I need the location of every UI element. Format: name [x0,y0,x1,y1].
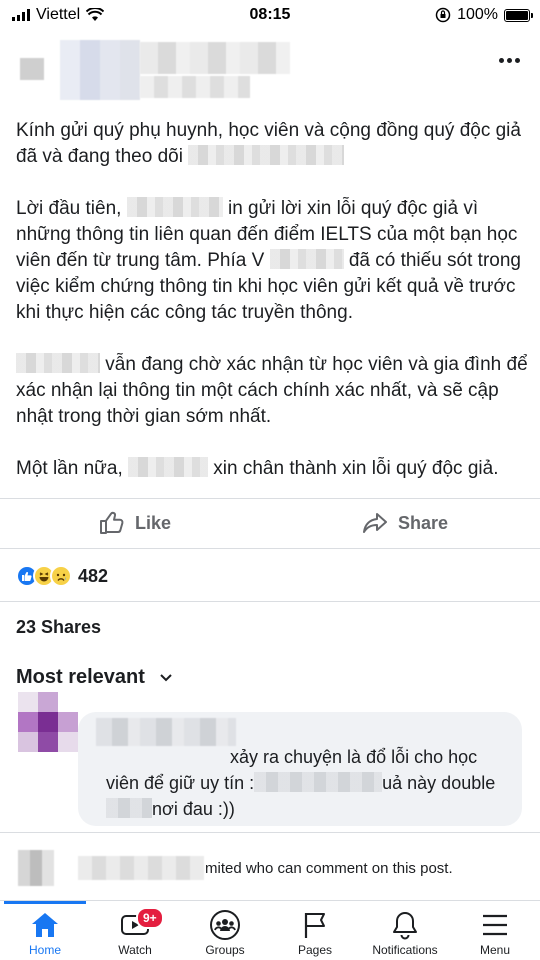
post-text: xin chân thành xin lỗi quý độc giả. [213,458,499,479]
commenter-avatar[interactable] [18,692,78,752]
page-name-censored [78,856,204,880]
divider [0,498,540,499]
divider [0,548,540,549]
censored-name [269,249,344,269]
chevron-down-icon [160,673,172,681]
share-button[interactable]: Share [270,502,540,544]
more-options-icon[interactable] [499,58,520,63]
watch-notification-badge: 9+ [136,907,164,929]
comment-text-part: xảy ra chuyện là đổ lỗi cho học [230,747,478,767]
post-body: Kính gửi quý phụ huynh, học viên và cộng… [16,118,531,508]
pages-icon [299,909,331,941]
comment-text-part: uả này double [382,773,496,793]
post-meta-censored [140,76,250,98]
comment-text-part: nơi đau :)) [152,799,235,819]
author-name-censored[interactable] [140,42,290,74]
shares-count[interactable]: 23 Shares [16,617,101,638]
comment-limit-notice: mited who can comment on this post. [18,846,522,890]
comment-text: xảy ra chuyện là đổ lỗi cho học viên để … [106,744,516,822]
post-paragraph-1: Kính gửi quý phụ huynh, học viên và cộng… [16,118,531,170]
share-label: Share [397,512,449,533]
carrier-name: Viettel [36,6,81,23]
comment-line: xảy ra chuyện là đổ lỗi cho học [106,744,516,770]
thumbs-up-icon [99,511,124,534]
bell-icon [389,909,421,941]
reactions-summary[interactable]: 482 [16,563,108,589]
tab-label: Groups [205,943,245,957]
tab-label: Home [28,943,61,957]
comment-limit-text: mited who can comment on this post. [205,859,453,877]
sad-reaction-icon [50,565,72,587]
censored-text [106,798,152,818]
tab-label: Menu [479,943,511,957]
comment-sort-label: Most relevant [16,666,145,688]
censored-name [188,145,345,165]
home-icon [29,909,61,941]
censored-text [254,772,383,792]
comment-line: nơi đau :)) [106,796,516,822]
tab-home[interactable]: Home [0,901,90,960]
bottom-tab-bar: Home Watch 9+ Groups Pages Notifications… [0,900,540,960]
battery-icon [504,8,533,22]
status-right: 100% [435,6,533,24]
tab-label: Notifications [372,943,438,957]
author-avatar[interactable] [20,58,44,80]
censored-name [126,197,223,217]
tab-label: Watch [118,943,152,957]
censored-name [16,353,100,373]
divider [0,832,540,833]
tab-menu[interactable]: Menu [450,901,540,960]
censored-name [128,457,208,477]
menu-icon [479,909,511,941]
author-avatar-pixels [60,40,140,100]
divider [0,601,540,602]
comment-text-part: viên để giữ uy tín : [106,773,255,793]
orientation-lock-icon [435,7,451,23]
commenter-name-censored[interactable] [96,718,236,746]
tab-groups[interactable]: Groups [180,901,270,960]
page-avatar-censored [18,850,54,886]
post-text: Lời đầu tiên, [16,198,122,219]
wifi-icon [86,8,105,21]
like-button[interactable]: Like [0,502,270,544]
status-bar: Viettel 08:15 100% [0,0,540,30]
tab-watch[interactable]: Watch [90,901,180,960]
groups-icon [209,909,241,941]
reaction-count: 482 [78,565,109,586]
share-arrow-icon [362,513,387,533]
comment-sort-dropdown[interactable]: Most relevant [16,666,173,689]
post-header [0,36,540,102]
post-paragraph-3: vẫn đang chờ xác nhận từ học viên và gia… [16,352,531,430]
action-bar: Like Share [0,502,540,544]
post-paragraph-4: Một lần nữa, xin chân thành xin lỗi quý … [16,456,531,482]
tab-notifications[interactable]: Notifications [360,901,450,960]
status-left: Viettel [12,6,105,24]
post-text: Một lần nữa, [16,458,123,479]
comment-line: viên để giữ uy tín : uả này double [106,770,516,796]
tab-label: Pages [297,943,333,957]
post-paragraph-2: Lời đầu tiên, in gửi lời xin lỗi quý độc… [16,196,531,326]
battery-percent: 100% [457,6,498,23]
like-label: Like [134,512,172,533]
signal-icon [12,9,30,21]
tab-pages[interactable]: Pages [270,901,360,960]
